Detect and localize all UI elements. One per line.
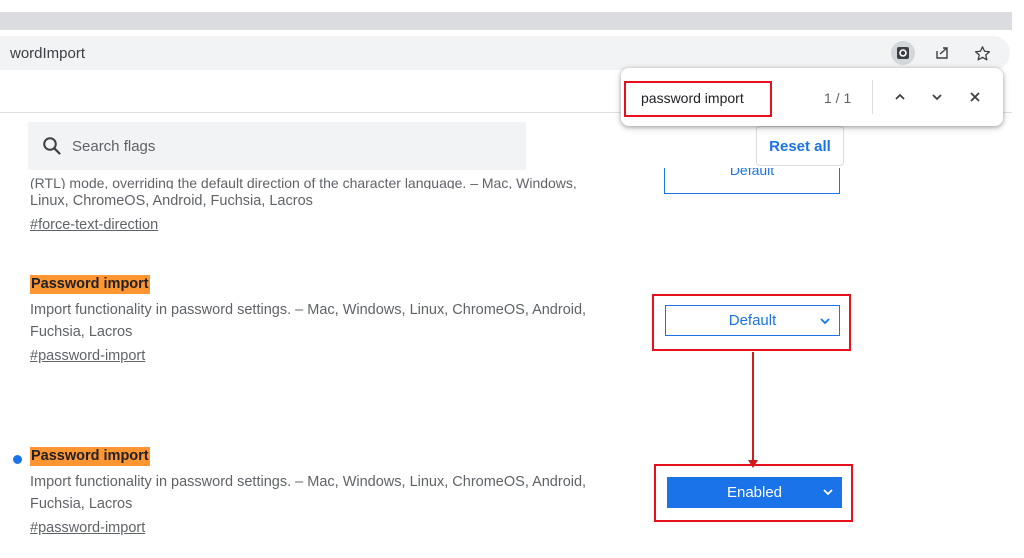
url-text: wordImport: [10, 45, 86, 62]
close-icon[interactable]: [964, 86, 986, 108]
search-icon: [43, 137, 61, 155]
search-placeholder: Search flags: [72, 138, 156, 155]
annotation-box-enabled-select: [654, 464, 853, 522]
flag-description: Import functionality in password setting…: [30, 302, 587, 318]
reset-all-button[interactable]: Reset all: [756, 126, 844, 166]
flag-title: Password import: [30, 275, 150, 294]
flag-description-cont: Fuchsia, Lacros: [30, 324, 133, 340]
address-bar[interactable]: wordImport: [0, 36, 1010, 70]
zoom-lens-icon[interactable]: [891, 41, 915, 65]
partial-flag-select-value: Default: [729, 168, 775, 178]
find-match-count: 1 / 1: [824, 90, 852, 106]
find-divider: [872, 80, 873, 114]
partial-flag-select[interactable]: Default: [664, 168, 840, 194]
flag-link[interactable]: #password-import: [30, 520, 145, 536]
modified-indicator-dot: [13, 455, 22, 464]
flag-description-cont: Fuchsia, Lacros: [30, 496, 133, 512]
partial-flag-link[interactable]: #force-text-direction: [30, 217, 158, 233]
flag-title: Password import: [30, 447, 150, 466]
annotation-box-default-select: [652, 294, 851, 351]
partial-flag-description: (RTL) mode, overriding the default direc…: [30, 175, 577, 189]
annotation-box-find-query: [624, 81, 772, 117]
tab-strip: [0, 12, 1012, 30]
share-icon[interactable]: [930, 41, 954, 65]
chevron-up-icon[interactable]: [889, 86, 911, 108]
annotation-arrow-head: [748, 460, 758, 468]
search-flags-input[interactable]: Search flags: [28, 122, 526, 170]
annotation-arrow-line: [752, 352, 754, 464]
star-icon[interactable]: [970, 41, 994, 65]
flag-link[interactable]: #password-import: [30, 348, 145, 364]
chevron-down-icon[interactable]: [926, 86, 948, 108]
partial-flag-platforms: Linux, ChromeOS, Android, Fuchsia, Lacro…: [30, 193, 313, 209]
flag-description: Import functionality in password setting…: [30, 474, 587, 490]
